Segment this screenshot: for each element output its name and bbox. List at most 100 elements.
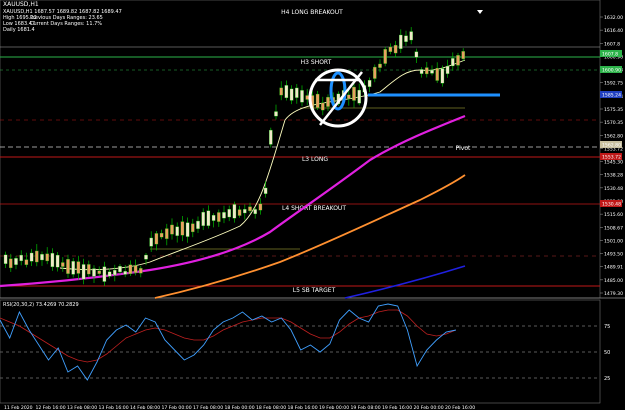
candle-body bbox=[71, 261, 75, 275]
candle-body bbox=[352, 86, 356, 101]
rsi-signal-line bbox=[0, 309, 457, 363]
time-axis-label: 17 Feb 00:00 bbox=[162, 405, 192, 410]
price-scale-label: 1575.35 bbox=[604, 107, 623, 113]
candle-body bbox=[19, 254, 23, 262]
price-tag-label: 1530.48 bbox=[602, 202, 621, 208]
candle-body bbox=[149, 237, 153, 247]
candle-body bbox=[258, 203, 263, 211]
candle-body bbox=[133, 265, 138, 273]
candle-body bbox=[414, 51, 419, 58]
time-axis-label: 18 Feb 16:00 bbox=[288, 405, 318, 410]
time-axis-label: 11 Feb 2020 bbox=[4, 405, 33, 410]
price-scale-label: 1485.00 bbox=[604, 278, 623, 284]
time-axis-label: 18 Feb 08:00 bbox=[256, 405, 286, 410]
candle-body bbox=[445, 65, 450, 74]
candle-body bbox=[461, 51, 465, 60]
candle-body bbox=[50, 253, 55, 267]
candle-body bbox=[191, 223, 195, 233]
level-label-l4: L4 SHORT BREAKOUT bbox=[282, 205, 346, 212]
candle-body bbox=[425, 67, 429, 75]
candle-body bbox=[456, 55, 460, 66]
candle-body bbox=[139, 268, 143, 274]
price-tag-label: 1600.90 bbox=[602, 68, 621, 74]
rsi-main-line bbox=[0, 303, 456, 381]
candle-body bbox=[24, 259, 29, 265]
candle-body bbox=[170, 224, 174, 235]
candle-body bbox=[263, 187, 268, 194]
time-axis-label: 17 Feb 08:00 bbox=[193, 405, 223, 410]
candle-body bbox=[326, 96, 330, 107]
candle-body bbox=[206, 210, 211, 226]
time-axis-label: 19 Feb 16:00 bbox=[382, 405, 412, 410]
candle-body bbox=[227, 209, 231, 218]
candle-body bbox=[175, 226, 179, 236]
candle-body bbox=[55, 254, 60, 268]
price-scale-label: 1570.35 bbox=[604, 120, 623, 126]
price-scale-label: 1616.40 bbox=[604, 28, 623, 34]
price-scale-label: 1632.00 bbox=[604, 15, 623, 21]
rsi-label: RSI(20,30,2) 73.4269 70.2829 bbox=[3, 302, 79, 308]
candle-body bbox=[440, 68, 445, 84]
candle-body bbox=[393, 44, 398, 54]
candle-body bbox=[123, 271, 127, 275]
candle-body bbox=[388, 46, 393, 52]
candle-body bbox=[248, 206, 252, 212]
price-scale-label: 1562.80 bbox=[604, 133, 623, 139]
price-scale[interactable]: 1632.001616.401607.81600.901600.731592.7… bbox=[600, 15, 623, 297]
price-tag-label: 1553.72 bbox=[602, 155, 621, 161]
time-axis-label: 13 Feb 08:00 bbox=[67, 405, 97, 410]
chart-window[interactable]: XAUUSD,H1 XAUUSD,H1 1687.57 1689.82 1687… bbox=[0, 0, 625, 410]
candle-body bbox=[284, 85, 289, 99]
candle-body bbox=[419, 69, 424, 74]
pivot-levels: H4 LONG BREAKOUT H3 SHORT Pivot L3 LONG L4 S… bbox=[0, 9, 600, 294]
price-scale-label: 1479.30 bbox=[604, 291, 623, 297]
price-scale-label: 1538.28 bbox=[604, 173, 623, 179]
candle-body bbox=[243, 209, 247, 214]
candle-body bbox=[253, 209, 257, 215]
candle-body bbox=[66, 259, 70, 274]
candle-body bbox=[315, 93, 320, 108]
candle-body bbox=[14, 258, 18, 265]
candle-body bbox=[321, 102, 325, 111]
price-scale-label: 1501.00 bbox=[604, 238, 623, 244]
candle-body bbox=[274, 111, 278, 117]
price-scale-label: 1592.75 bbox=[604, 81, 623, 87]
candle-body bbox=[232, 204, 237, 219]
candle-body bbox=[165, 228, 169, 239]
candlesticks bbox=[3, 27, 465, 286]
level-label-h4: H4 LONG BREAKOUT bbox=[281, 9, 343, 16]
candle-body bbox=[92, 268, 96, 277]
candle-body bbox=[409, 31, 413, 41]
candle-body bbox=[180, 221, 185, 236]
candle-body bbox=[29, 252, 34, 262]
candle-body bbox=[45, 253, 49, 262]
candle-body bbox=[295, 87, 299, 98]
candle-body bbox=[237, 209, 242, 216]
candle-body bbox=[217, 212, 221, 222]
candle-body bbox=[367, 80, 372, 87]
price-tag-label: 1607.8 bbox=[602, 52, 618, 58]
candle-body bbox=[9, 258, 13, 269]
rsi-scale-label: 25 bbox=[604, 376, 610, 382]
price-chart[interactable]: H4 LONG BREAKOUT H3 SHORT Pivot L3 LONG L4 S… bbox=[0, 0, 625, 410]
candle-body bbox=[159, 232, 164, 238]
candle-body bbox=[185, 222, 190, 237]
candle-body bbox=[383, 49, 387, 64]
level-label-h3: H3 SHORT bbox=[301, 59, 332, 66]
rsi-panel: RSI(20,30,2) 73.4269 70.2829 75 50 25 bbox=[0, 302, 610, 382]
candle-body bbox=[128, 264, 133, 274]
price-scale-label: 1607.8 bbox=[604, 41, 620, 47]
price-tag-label: 1585.24 bbox=[602, 93, 621, 99]
candle-body bbox=[196, 220, 200, 229]
price-scale-label: 1515.60 bbox=[604, 212, 623, 218]
candle-body bbox=[144, 254, 148, 260]
candle-body bbox=[76, 261, 81, 274]
rsi-scale-label: 50 bbox=[604, 350, 610, 356]
candle-body bbox=[97, 270, 101, 274]
shift-marker bbox=[477, 10, 483, 14]
price-scale-label: 1489.91 bbox=[604, 265, 623, 271]
candle-body bbox=[399, 34, 403, 49]
annotations bbox=[308, 10, 500, 128]
time-axis-label: 14 Feb 08:00 bbox=[130, 405, 160, 410]
time-axis[interactable]: 11 Feb 2020 12 Feb 16:00 13 Feb 08:00 13 Fe… bbox=[4, 405, 475, 410]
